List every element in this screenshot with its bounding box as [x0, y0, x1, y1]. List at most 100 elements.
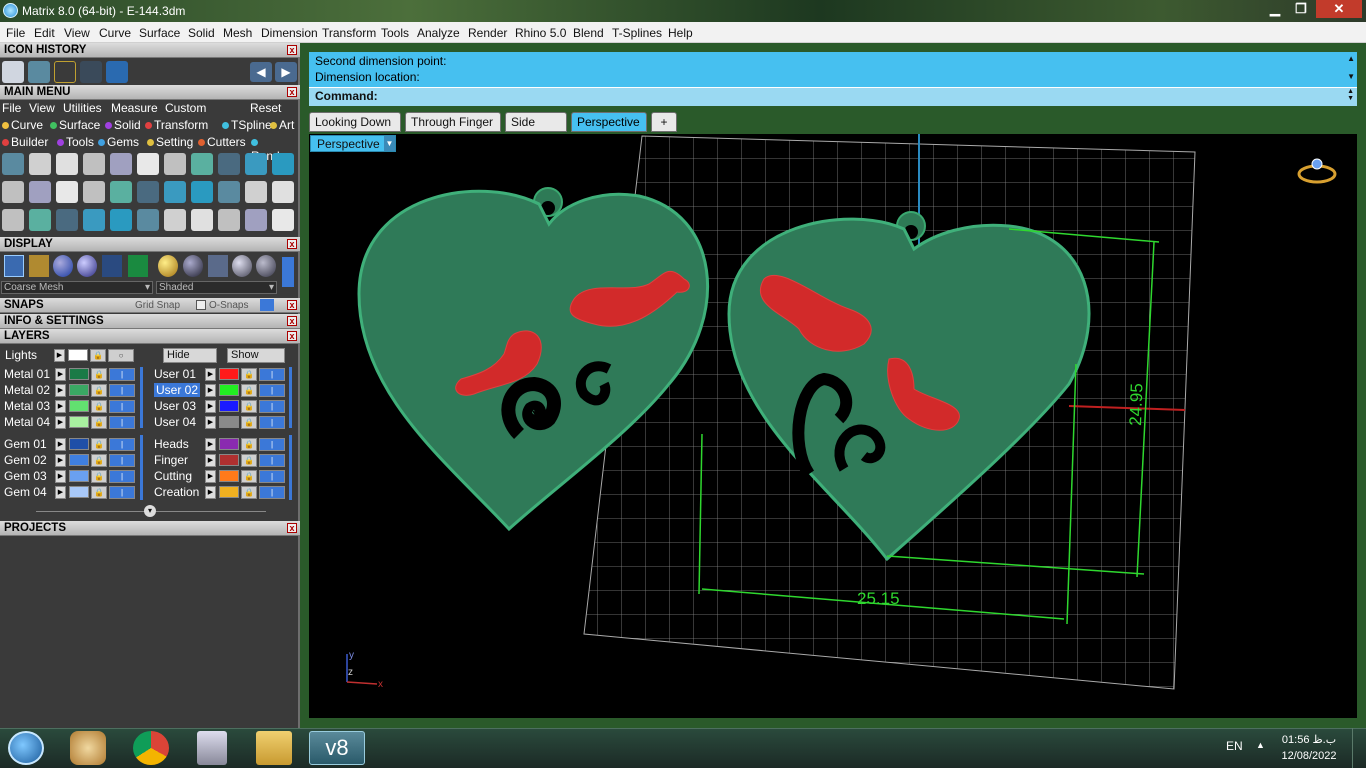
grid-display-icon[interactable]: [128, 255, 148, 277]
layer-row[interactable]: Metal 03 ▶ 🔒 |: [0, 399, 150, 415]
layer-row[interactable]: User 03 ▶ 🔒 |: [150, 399, 300, 415]
silver-sphere-icon[interactable]: [232, 255, 252, 277]
perspective-viewport[interactable]: 25.15 24.95 y z x: [309, 134, 1357, 718]
lock-icon[interactable]: 🔒: [241, 384, 257, 397]
close-icon[interactable]: x: [287, 239, 297, 249]
tool-icon-8[interactable]: [191, 153, 213, 175]
snaps-header[interactable]: SNAPS Grid Snap O-Snaps x: [0, 298, 300, 313]
layer-row[interactable]: Gem 04 ▶ 🔒 |: [0, 485, 150, 501]
clock-time[interactable]: 01:56 ب.ظ: [1278, 733, 1340, 746]
layers-header[interactable]: LAYERS x: [0, 329, 300, 344]
command-line-input[interactable]: Command: ▲ ▼: [309, 87, 1357, 106]
tool-icon-27[interactable]: [110, 209, 132, 231]
layer-color-swatch[interactable]: [69, 454, 89, 466]
layer-color-swatch[interactable]: [69, 438, 89, 450]
tool-icon-10[interactable]: [245, 153, 267, 175]
tool-icon-30[interactable]: [191, 209, 213, 231]
lock-icon[interactable]: 🔒: [91, 438, 107, 451]
layer-color-swatch[interactable]: [69, 400, 89, 412]
tool-icon-25[interactable]: [56, 209, 78, 231]
category-surface[interactable]: Surface: [50, 118, 100, 132]
layer-row[interactable]: Heads ▶ 🔒 |: [150, 437, 300, 453]
layer-expand-icon[interactable]: ▶: [55, 470, 66, 483]
menu-surface[interactable]: Surface: [139, 26, 180, 40]
projects-header[interactable]: PROJECTS x: [0, 521, 300, 536]
visibility-icon[interactable]: |: [259, 368, 285, 381]
category-transform[interactable]: Transform: [145, 118, 208, 132]
tool-icon-23[interactable]: [2, 209, 24, 231]
layer-color-swatch[interactable]: [219, 400, 239, 412]
close-icon[interactable]: x: [287, 87, 297, 97]
tool-icon-4[interactable]: [83, 153, 105, 175]
layer-color-swatch[interactable]: [69, 486, 89, 498]
lock-icon[interactable]: 🔒: [241, 470, 257, 483]
wireframe-display-icon[interactable]: [4, 255, 24, 277]
layer-row[interactable]: Gem 02 ▶ 🔒 |: [0, 453, 150, 469]
lock-icon[interactable]: 🔒: [241, 438, 257, 451]
icon-history-header[interactable]: ICON HISTORY x: [0, 43, 300, 58]
layer-name[interactable]: Gem 02: [4, 453, 47, 467]
lock-icon[interactable]: 🔒: [91, 470, 107, 483]
menu-tools[interactable]: Tools: [381, 26, 409, 40]
clock-date[interactable]: 12/08/2022: [1278, 750, 1340, 762]
minimize-button[interactable]: ▁: [1262, 0, 1288, 18]
menu-edit[interactable]: Edit: [34, 26, 55, 40]
tab-looking-down[interactable]: Looking Down: [309, 112, 401, 132]
layer-name[interactable]: User 04: [154, 415, 196, 429]
main-menu-custom[interactable]: Custom: [165, 101, 206, 115]
visibility-icon[interactable]: |: [109, 400, 135, 413]
tool-icon-17[interactable]: [137, 181, 159, 203]
lock-icon[interactable]: 🔒: [241, 400, 257, 413]
display-scroll-icon[interactable]: [282, 257, 294, 287]
layer-row[interactable]: Gem 03 ▶ 🔒 |: [0, 469, 150, 485]
lock-icon[interactable]: 🔒: [91, 454, 107, 467]
category-tspline[interactable]: TSpline: [222, 118, 272, 132]
layer-expand-icon[interactable]: ▶: [55, 454, 66, 467]
layer-expand-icon[interactable]: ▶: [55, 486, 66, 499]
main-menu-reset[interactable]: Reset: [250, 101, 281, 115]
layer-expand-icon[interactable]: ▶: [205, 416, 216, 429]
history-tool-icon-3[interactable]: [54, 61, 76, 83]
close-icon[interactable]: x: [287, 300, 297, 310]
lock-icon[interactable]: 🔒: [91, 384, 107, 397]
layer-expand-icon[interactable]: ▶: [205, 438, 216, 451]
layer-name[interactable]: Gem 04: [4, 485, 47, 499]
tool-icon-33[interactable]: [272, 209, 294, 231]
start-orb-icon[interactable]: [8, 731, 44, 765]
tool-icon-6[interactable]: [137, 153, 159, 175]
tool-icon-5[interactable]: [110, 153, 132, 175]
layer-row[interactable]: Creation ▶ 🔒 |: [150, 485, 300, 501]
layer-name[interactable]: Cutting: [154, 469, 192, 483]
tool-icon-7[interactable]: [164, 153, 186, 175]
menu-transform[interactable]: Transform: [322, 26, 376, 40]
viewport-name-dropdown[interactable]: Perspective ▼: [310, 135, 396, 152]
menu-blend[interactable]: Blend: [573, 26, 604, 40]
mesh-quality-select[interactable]: Coarse Mesh ▾: [1, 281, 153, 294]
tool-icon-2[interactable]: [29, 153, 51, 175]
visibility-icon[interactable]: |: [109, 368, 135, 381]
visibility-icon[interactable]: |: [259, 486, 285, 499]
history-tool-icon-1[interactable]: [2, 61, 24, 83]
menu-solid[interactable]: Solid: [188, 26, 215, 40]
layer-expand-icon[interactable]: ▶: [205, 454, 216, 467]
lock-icon[interactable]: 🔒: [241, 486, 257, 499]
visibility-icon[interactable]: |: [259, 384, 285, 397]
tool-icon-24[interactable]: [29, 209, 51, 231]
category-gems[interactable]: Gems: [98, 135, 139, 149]
main-menu-header[interactable]: MAIN MENU x: [0, 85, 300, 100]
menu-file[interactable]: File: [6, 26, 25, 40]
layer-row[interactable]: Gem 01 ▶ 🔒 |: [0, 437, 150, 453]
lights-lock-icon[interactable]: 🔒: [90, 349, 106, 362]
layer-row[interactable]: User 04 ▶ 🔒 |: [150, 415, 300, 431]
layer-expand-icon[interactable]: ▶: [205, 400, 216, 413]
tool-icon-14[interactable]: [56, 181, 78, 203]
layer-expand-icon[interactable]: ▶: [55, 384, 66, 397]
lock-icon[interactable]: 🔒: [241, 368, 257, 381]
visibility-icon[interactable]: |: [109, 438, 135, 451]
menu-dimension[interactable]: Dimension: [261, 26, 318, 40]
layer-name[interactable]: Heads: [154, 437, 189, 451]
layer-name[interactable]: Metal 03: [4, 399, 50, 413]
tab-perspective[interactable]: Perspective: [571, 112, 647, 132]
layer-name[interactable]: User 01: [154, 367, 196, 381]
snaps-options-icon[interactable]: [260, 299, 274, 311]
